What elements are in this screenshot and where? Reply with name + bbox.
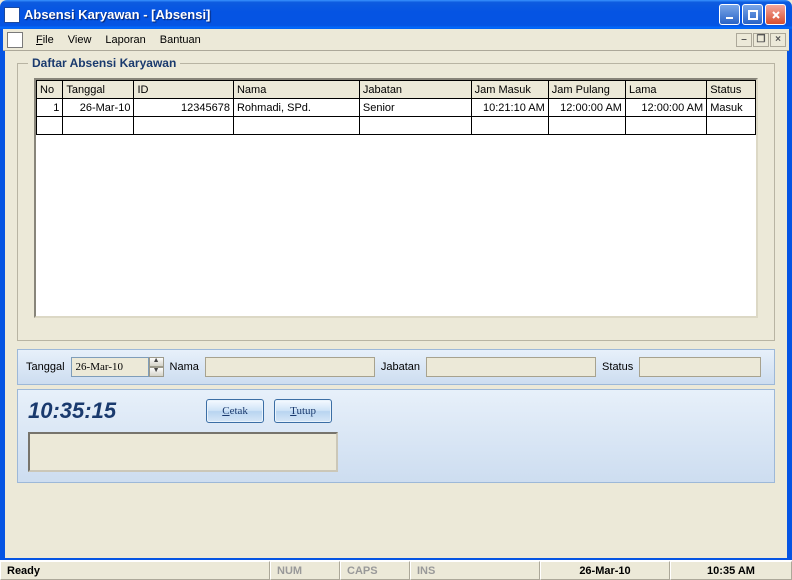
cell-tanggal: 26-Mar-10 (63, 99, 134, 117)
cetak-button[interactable]: Cetak (206, 399, 264, 423)
mdi-minimize-button[interactable]: – (736, 33, 752, 47)
menu-view[interactable]: View (61, 32, 99, 48)
mdi-close-button[interactable]: × (770, 33, 786, 47)
jabatan-field[interactable] (426, 357, 596, 377)
statusbar: Ready NUM CAPS INS 26-Mar-10 10:35 AM (0, 560, 792, 580)
status-num: NUM (270, 561, 340, 580)
menu-bantuan[interactable]: Bantuan (153, 32, 208, 48)
col-tanggal[interactable]: Tanggal (63, 81, 134, 99)
titlebar: Absensi Karyawan - [Absensi] (0, 0, 792, 29)
window-title: Absensi Karyawan - [Absensi] (24, 7, 719, 22)
cell-jam-masuk: 10:21:10 AM (471, 99, 548, 117)
cell-id: 12345678 (134, 99, 234, 117)
minimize-button[interactable] (719, 4, 740, 25)
table-row[interactable]: 1 26-Mar-10 12345678 Rohmadi, SPd. Senio… (37, 99, 756, 117)
col-id[interactable]: ID (134, 81, 234, 99)
table-header-row: No Tanggal ID Nama Jabatan Jam Masuk Jam… (37, 81, 756, 99)
nama-field[interactable] (205, 357, 375, 377)
window-buttons (719, 4, 786, 25)
col-lama[interactable]: Lama (625, 81, 706, 99)
status-caps: CAPS (340, 561, 410, 580)
col-jam-pulang[interactable]: Jam Pulang (548, 81, 625, 99)
status-ready: Ready (0, 561, 270, 580)
filter-panel: Tanggal ▲ ▼ Nama Jabatan Status (17, 349, 775, 385)
close-button[interactable] (765, 4, 786, 25)
action-panel: 10:35:15 Cetak Tutup (17, 389, 775, 483)
attendance-grid[interactable]: No Tanggal ID Nama Jabatan Jam Masuk Jam… (34, 78, 758, 318)
nama-label: Nama (170, 361, 199, 373)
menubar: File View Laporan Bantuan – ❐ × (3, 29, 789, 51)
maximize-button[interactable] (742, 4, 763, 25)
status-time: 10:35 AM (670, 561, 792, 580)
tanggal-spinner[interactable]: ▲ ▼ (71, 357, 164, 377)
client-area: Daftar Absensi Karyawan No Tanggal ID Na… (3, 51, 789, 558)
app-icon (4, 7, 20, 23)
col-jabatan[interactable]: Jabatan (359, 81, 471, 99)
tanggal-input[interactable] (71, 357, 149, 377)
col-jam-masuk[interactable]: Jam Masuk (471, 81, 548, 99)
cell-no: 1 (37, 99, 63, 117)
cell-jabatan: Senior (359, 99, 471, 117)
tanggal-label: Tanggal (26, 361, 65, 373)
attendance-groupbox: Daftar Absensi Karyawan No Tanggal ID Na… (17, 63, 775, 341)
mdi-restore-button[interactable]: ❐ (753, 33, 769, 47)
status-date: 26-Mar-10 (540, 561, 670, 580)
status-label: Status (602, 361, 633, 373)
message-box (28, 432, 338, 472)
cell-lama: 12:00:00 AM (625, 99, 706, 117)
mdi-child-icon (7, 32, 23, 48)
clock-display: 10:35:15 (28, 398, 116, 424)
status-field[interactable] (639, 357, 761, 377)
col-status[interactable]: Status (707, 81, 756, 99)
spinner-up-icon[interactable]: ▲ (149, 357, 164, 367)
col-no[interactable]: No (37, 81, 63, 99)
cell-jam-pulang: 12:00:00 AM (548, 99, 625, 117)
tutup-button[interactable]: Tutup (274, 399, 332, 423)
col-nama[interactable]: Nama (233, 81, 359, 99)
status-ins: INS (410, 561, 540, 580)
jabatan-label: Jabatan (381, 361, 420, 373)
spinner-down-icon[interactable]: ▼ (149, 367, 164, 377)
table-empty-row (37, 117, 756, 135)
menu-laporan[interactable]: Laporan (98, 32, 152, 48)
groupbox-legend: Daftar Absensi Karyawan (28, 56, 180, 70)
menu-file[interactable]: File (29, 32, 61, 48)
cell-nama: Rohmadi, SPd. (233, 99, 359, 117)
cell-status: Masuk (707, 99, 756, 117)
